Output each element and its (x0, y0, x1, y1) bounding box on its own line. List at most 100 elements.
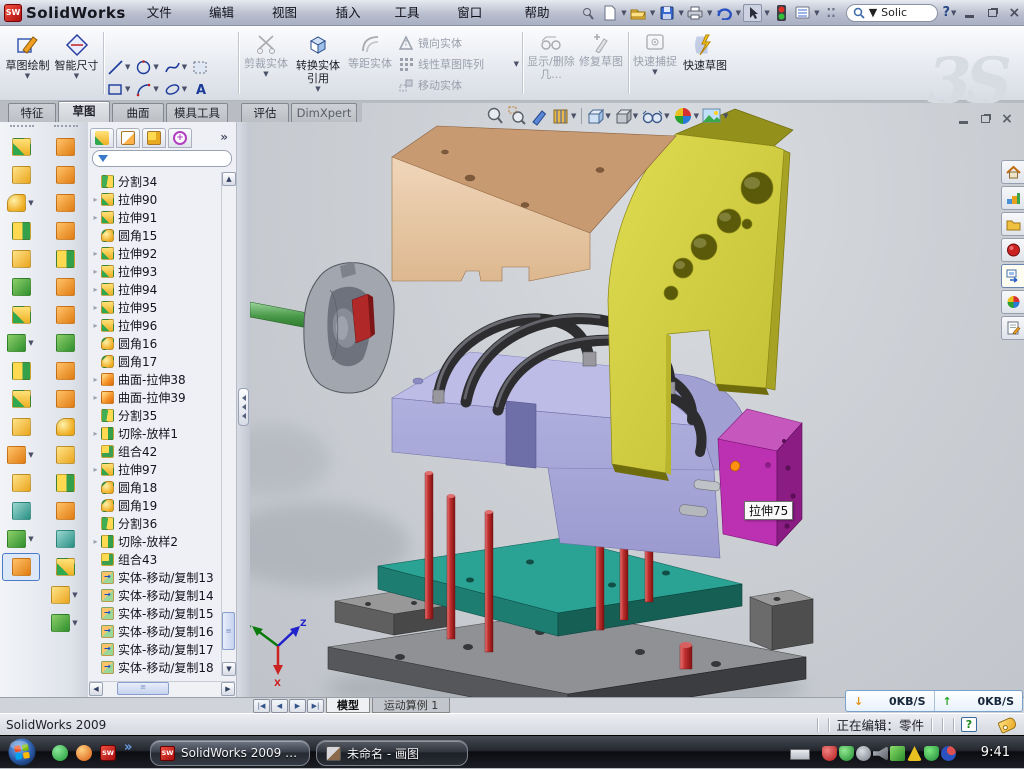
circle-dropdown-icon[interactable]: ▼ (153, 63, 158, 71)
scene-icon[interactable] (702, 106, 722, 126)
resources-icon[interactable] (1001, 238, 1024, 262)
rectangle-icon[interactable] (107, 81, 124, 98)
volume-icon[interactable] (873, 746, 888, 761)
view-orientation-icon[interactable] (586, 106, 604, 126)
split-icon[interactable] (2, 385, 40, 413)
last-tab-icon[interactable]: ▶| (307, 699, 324, 713)
selection-box-icon[interactable] (192, 59, 209, 76)
tree-item[interactable]: 分割34 (89, 172, 222, 190)
scroll-thumb[interactable]: ≡ (222, 612, 235, 650)
tab-features[interactable]: 特征 (8, 103, 56, 122)
section-dropdown-icon[interactable]: ▼ (571, 112, 576, 120)
view-palette-icon[interactable] (1001, 264, 1024, 288)
fillet-icon[interactable]: ▼ (2, 189, 40, 217)
tree-horizontal-scrollbar[interactable]: ◀ ≡ ▶ (89, 681, 235, 695)
flatten-icon[interactable] (46, 525, 84, 553)
task-solidworks[interactable]: SW SolidWorks 2009 - ... (150, 740, 310, 766)
keyboard-icon[interactable] (790, 749, 810, 760)
tree-item[interactable]: 实体-移动/复制13 (89, 568, 222, 586)
rapid-sketch-button[interactable]: 快速草图 (680, 30, 730, 96)
tree-item[interactable]: ▸拉伸97 (89, 460, 222, 478)
tree-filter-input[interactable] (92, 150, 232, 167)
first-tab-icon[interactable]: |◀ (253, 699, 270, 713)
pattern-icon[interactable]: ▼ (2, 329, 40, 357)
tree-item[interactable]: 圆角15 (89, 226, 222, 244)
tree-item[interactable]: ▸拉伸94 (89, 280, 222, 298)
rectangle-dropdown-icon[interactable]: ▼ (125, 85, 130, 93)
help-icon[interactable]: ? (942, 5, 950, 20)
taskbar-clock[interactable]: 9:41 (981, 736, 1010, 769)
tab-motion-study[interactable]: 运动算例 1 (372, 698, 450, 713)
toolbar-overflow-icon[interactable]: ⁚⁚ (822, 4, 841, 22)
scroll-right-icon[interactable]: ▶ (221, 682, 235, 696)
home-icon[interactable] (1001, 160, 1024, 184)
dimension-star-icon[interactable]: ▼ (46, 581, 84, 609)
rib-icon[interactable] (46, 245, 84, 273)
tree-item[interactable]: ▸切除-放样2 (89, 532, 222, 550)
core-icon[interactable] (46, 553, 84, 581)
orientation-dropdown-icon[interactable]: ▼ (605, 112, 610, 120)
search-dropdown-icon[interactable]: ▼ (869, 6, 877, 19)
hide-show-dropdown-icon[interactable]: ▼ (664, 112, 669, 120)
chamfer-icon[interactable] (2, 217, 40, 245)
line-icon[interactable] (107, 59, 124, 76)
tag-icon[interactable] (997, 716, 1017, 734)
combine-icon[interactable] (2, 357, 40, 385)
boundary-boss-icon[interactable] (46, 217, 84, 245)
doc-close-button[interactable]: × (998, 111, 1016, 126)
network-monitor-widget[interactable]: ↓0KB/S ↑0KB/S (845, 690, 1023, 712)
security-red-icon[interactable] (822, 746, 837, 761)
spline-dropdown-icon[interactable]: ▼ (182, 63, 187, 71)
open-icon[interactable] (629, 4, 648, 22)
swept-boss-icon[interactable] (46, 133, 84, 161)
sketch-button[interactable]: 草图绘制▼ (4, 30, 51, 96)
tree-item[interactable]: ▸拉伸96 (89, 316, 222, 334)
tree-item[interactable]: 圆角19 (89, 496, 222, 514)
start-button[interactable] (7, 737, 37, 767)
zoom-fit-icon[interactable] (486, 106, 504, 126)
smart-dimension-dropdown-icon[interactable]: ▼ (74, 72, 79, 80)
side-core-block[interactable] (718, 409, 802, 546)
save-icon[interactable] (657, 4, 676, 22)
tree-vertical-scrollbar[interactable]: ▲ ≡ ▼ (221, 172, 235, 676)
zoom-area-icon[interactable] (508, 106, 526, 126)
menu-edit[interactable]: 编辑(E) (198, 0, 261, 26)
next-tab-icon[interactable]: ▶ (289, 699, 306, 713)
selected-tool-icon[interactable] (2, 553, 40, 581)
help-dropdown-icon[interactable]: ▼ (951, 9, 956, 17)
security-green-icon[interactable] (839, 746, 854, 761)
convert-dropdown-icon[interactable]: ▼ (315, 85, 320, 93)
splitter-handle[interactable] (238, 388, 249, 426)
ellipse-icon[interactable] (164, 81, 181, 98)
open-dropdown-icon[interactable]: ▼ (650, 9, 655, 17)
print-icon[interactable] (686, 4, 705, 22)
reference-geometry-icon[interactable]: ▼ (2, 441, 40, 469)
sketch-text-icon[interactable]: A (192, 81, 209, 98)
planar-surface-icon[interactable] (46, 301, 84, 329)
menu-view[interactable]: 视图(V) (261, 0, 325, 26)
tree-item[interactable]: 实体-移动/复制17 (89, 640, 222, 658)
minimize-button[interactable] (960, 5, 979, 21)
tree-item[interactable]: ▸拉伸92 (89, 244, 222, 262)
sprue-clamp[interactable] (304, 262, 394, 393)
view-settings-icon[interactable] (793, 4, 812, 22)
thicken-icon[interactable] (46, 357, 84, 385)
save-dropdown-icon[interactable]: ▼ (678, 9, 683, 17)
display-style-icon[interactable] (614, 106, 632, 126)
warning-icon[interactable] (907, 746, 922, 761)
configurationmanager-tab[interactable] (142, 128, 166, 148)
instant3d-icon[interactable] (2, 469, 40, 497)
tree-item[interactable]: 分割35 (89, 406, 222, 424)
hole-wizard-icon[interactable] (2, 301, 40, 329)
hide-show-icon[interactable] (641, 106, 663, 126)
scroll-left-icon[interactable]: ◀ (89, 682, 103, 696)
tree-item[interactable]: 分割36 (89, 514, 222, 532)
revolved-boss-icon[interactable] (46, 161, 84, 189)
shell-icon[interactable] (2, 245, 40, 273)
freeform-icon[interactable]: ▼ (46, 609, 84, 637)
tree-item[interactable]: 圆角18 (89, 478, 222, 496)
pushpin-icon[interactable] (579, 4, 598, 22)
parting-line-icon[interactable] (46, 469, 84, 497)
design-library-icon[interactable] (1001, 186, 1024, 210)
convert-entities-button[interactable]: 转换实体引用▼ (292, 30, 344, 96)
